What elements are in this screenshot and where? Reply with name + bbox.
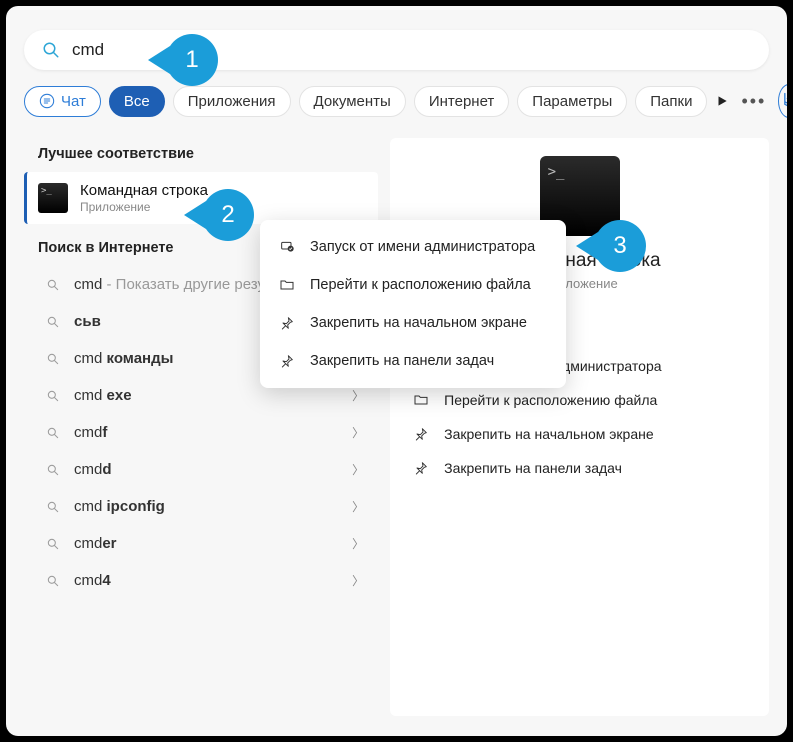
admin-icon [278, 238, 296, 256]
pin-icon [412, 425, 430, 443]
search-icon [46, 574, 60, 588]
context-menu-item[interactable]: Закрепить на начальном экране [260, 304, 566, 342]
detail-action-item[interactable]: Перейти к расположению файла [408, 383, 751, 417]
search-icon [46, 426, 60, 440]
search-icon [46, 278, 60, 292]
action-label: Закрепить на начальном экране [444, 426, 654, 442]
suggestion-text: cmd4 [74, 572, 344, 589]
context-menu-label: Запуск от имени администратора [310, 239, 535, 255]
chevron-right-icon: 〉 [352, 572, 364, 589]
chevron-right-icon: 〉 [352, 498, 364, 515]
best-match-header: Лучшее соответствие [38, 146, 378, 162]
web-suggestion-item[interactable]: cmd ipconfig 〉 [24, 488, 378, 525]
best-match-title: Командная строка [80, 182, 208, 199]
folder-icon [412, 391, 430, 409]
context-menu-item[interactable]: Закрепить на панели задач [260, 342, 566, 380]
chevron-right-icon: 〉 [352, 461, 364, 478]
search-icon [42, 41, 60, 59]
filter-tab-docs[interactable]: Документы [299, 86, 406, 117]
filter-row: Чат Все Приложения Документы Интернет Па… [24, 84, 769, 118]
context-menu-label: Закрепить на панели задач [310, 353, 494, 369]
pin-icon [278, 314, 296, 332]
web-suggestion-item[interactable]: cmdd 〉 [24, 451, 378, 488]
chevron-right-icon: 〉 [352, 424, 364, 441]
search-icon [46, 463, 60, 477]
suggestion-text: cmd exe [74, 387, 344, 404]
chevron-right-icon: 〉 [352, 387, 364, 404]
web-suggestion-item[interactable]: cmd4 〉 [24, 562, 378, 599]
chevron-right-icon: 〉 [352, 535, 364, 552]
play-icon[interactable] [715, 87, 729, 115]
suggestion-text: cmdd [74, 461, 344, 478]
context-menu-label: Закрепить на начальном экране [310, 315, 527, 331]
context-menu-label: Перейти к расположению файла [310, 277, 531, 293]
search-icon [46, 352, 60, 366]
suggestion-text: cmder [74, 535, 344, 552]
chat-label: Чат [61, 93, 86, 110]
suggestion-text: cmd ipconfig [74, 498, 344, 515]
search-window: Чат Все Приложения Документы Интернет Па… [6, 6, 787, 736]
search-icon [46, 389, 60, 403]
chat-button[interactable]: Чат [24, 86, 101, 117]
filter-tab-apps[interactable]: Приложения [173, 86, 291, 117]
action-label: Закрепить на панели задач [444, 460, 622, 476]
more-icon[interactable]: ••• [737, 91, 770, 112]
web-suggestion-item[interactable]: cmder 〉 [24, 525, 378, 562]
search-icon [46, 537, 60, 551]
folder-icon [278, 276, 296, 294]
bing-icon[interactable] [778, 84, 787, 118]
filter-tab-settings[interactable]: Параметры [517, 86, 627, 117]
annotation-badge-3: 3 [594, 220, 646, 272]
annotation-badge-2: 2 [202, 189, 254, 241]
detail-action-item[interactable]: Закрепить на начальном экране [408, 417, 751, 451]
filter-tab-all[interactable]: Все [109, 86, 165, 117]
annotation-badge-1: 1 [166, 34, 218, 86]
search-bar[interactable] [24, 30, 769, 70]
web-suggestion-item[interactable]: cmdf 〉 [24, 414, 378, 451]
context-menu-item[interactable]: Запуск от имени администратора [260, 228, 566, 266]
action-label: Перейти к расположению файла [444, 392, 657, 408]
filter-tab-web[interactable]: Интернет [414, 86, 509, 117]
search-icon [46, 315, 60, 329]
filter-tab-folders[interactable]: Папки [635, 86, 707, 117]
cmd-app-icon [38, 183, 68, 213]
context-menu-item[interactable]: Перейти к расположению файла [260, 266, 566, 304]
pin-icon [278, 352, 296, 370]
search-icon [46, 500, 60, 514]
pin-icon [412, 459, 430, 477]
detail-action-item[interactable]: Закрепить на панели задач [408, 451, 751, 485]
suggestion-text: cmdf [74, 424, 344, 441]
context-menu: Запуск от имени администратора Перейти к … [260, 220, 566, 388]
